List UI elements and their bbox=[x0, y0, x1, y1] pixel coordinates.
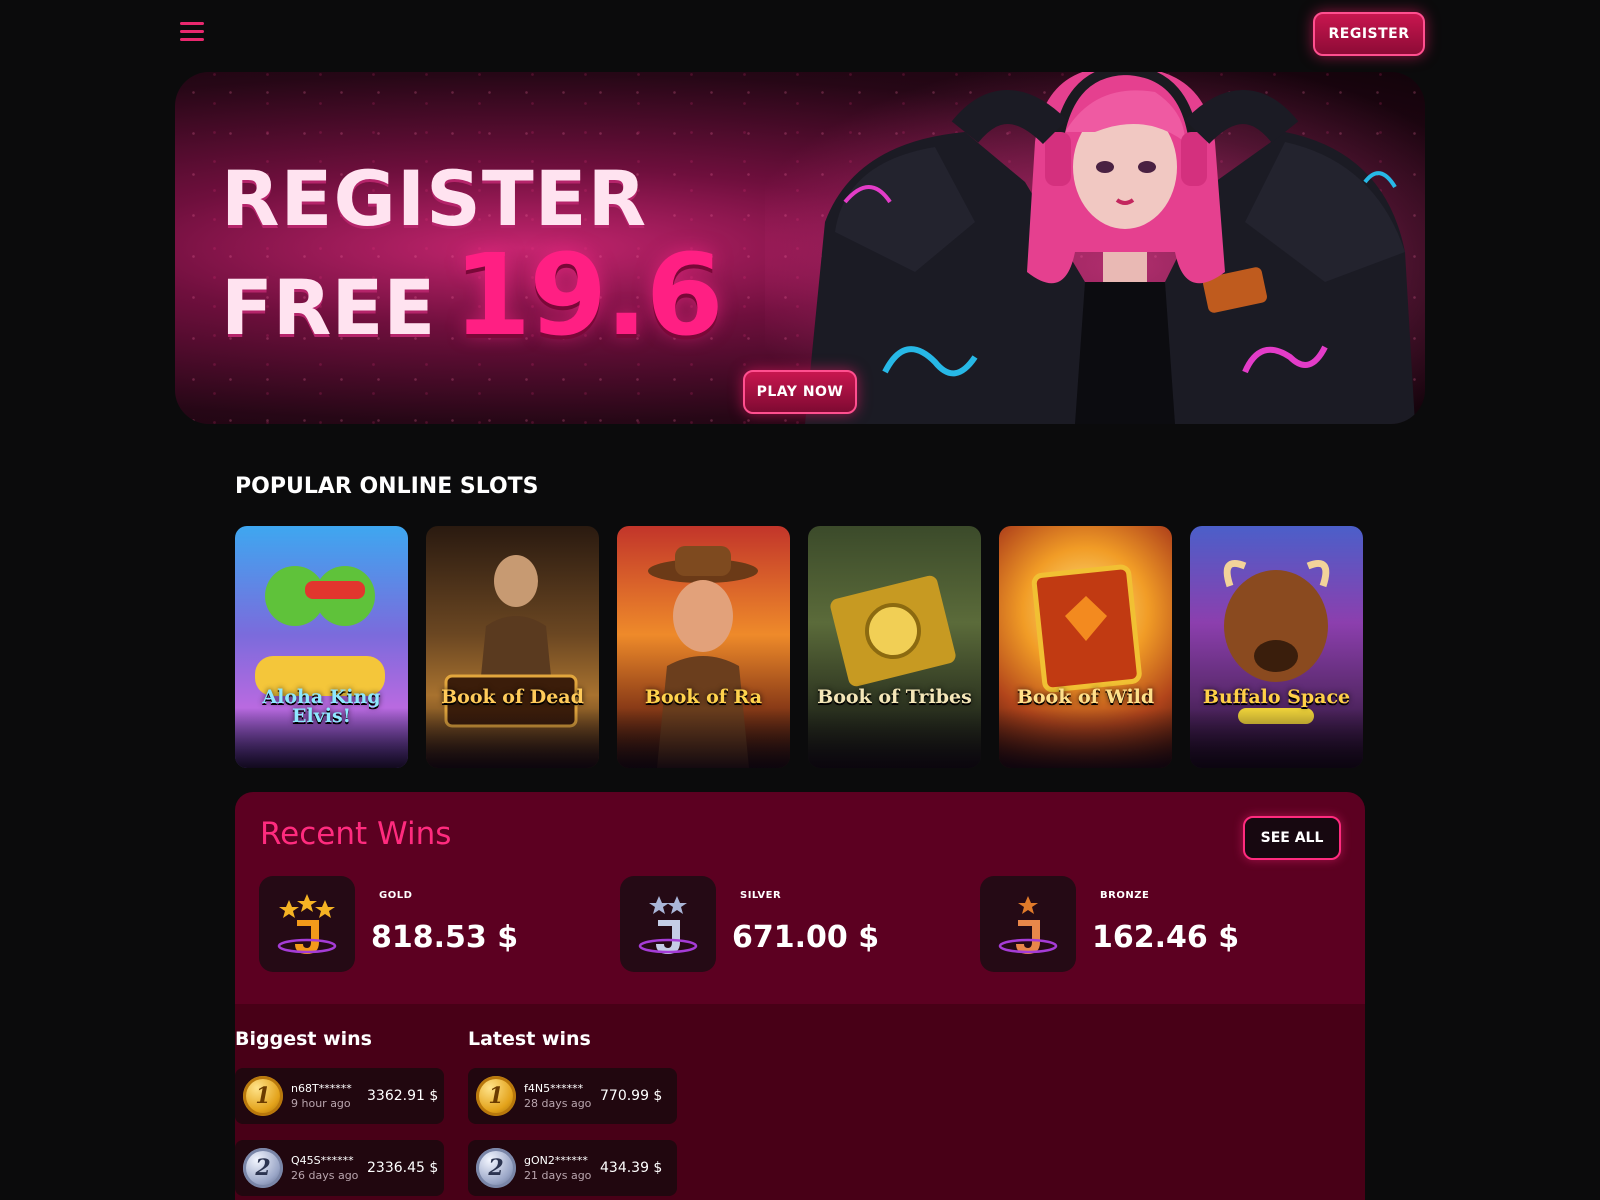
gold-medal-icon: 1 bbox=[476, 1076, 516, 1116]
win-time: 26 days ago bbox=[291, 1169, 359, 1182]
register-button[interactable]: REGISTER bbox=[1313, 12, 1425, 56]
hero-banner[interactable]: REGISTER FREE 19.6 PLAY NOW bbox=[175, 72, 1425, 424]
recent-wins-title: Recent Wins bbox=[260, 816, 452, 852]
slot-card-fade bbox=[1190, 708, 1363, 768]
slot-title: Book of Dead bbox=[441, 686, 584, 708]
silver-medal-icon: 2 bbox=[243, 1148, 283, 1188]
see-all-button[interactable]: SEE ALL bbox=[1243, 816, 1341, 860]
win-user: n68T****** 9 hour ago bbox=[291, 1082, 363, 1110]
bronze-jackpot-icon bbox=[980, 876, 1076, 972]
slot-title: Book of Wild bbox=[1016, 686, 1155, 708]
slot-card-book-of-wild[interactable]: Book of Wild bbox=[999, 526, 1172, 768]
play-now-button[interactable]: PLAY NOW bbox=[743, 370, 857, 414]
win-username: Q45S****** bbox=[291, 1154, 354, 1167]
hamburger-icon-bar bbox=[180, 30, 204, 33]
win-username: f4N5****** bbox=[524, 1082, 584, 1095]
win-amount: 2336.45 $ bbox=[367, 1160, 439, 1176]
section-title-popular-slots: POPULAR ONLINE SLOTS bbox=[235, 474, 539, 499]
silver-medal-icon: 2 bbox=[476, 1148, 516, 1188]
hero-free-label: FREE bbox=[221, 263, 436, 352]
win-username: gON2****** bbox=[524, 1154, 588, 1167]
slot-card-fade bbox=[999, 708, 1172, 768]
tier-value: 671.00 $ bbox=[732, 920, 880, 955]
tier-label: SILVER bbox=[740, 890, 782, 901]
hero-character-illustration bbox=[765, 72, 1425, 424]
slot-title: Aloha King Elvis! bbox=[262, 686, 381, 727]
win-username: n68T****** bbox=[291, 1082, 352, 1095]
win-user: gON2****** 21 days ago bbox=[524, 1154, 596, 1182]
hamburger-icon-bar bbox=[180, 38, 204, 41]
slot-card-fade bbox=[617, 708, 790, 768]
slot-card-book-of-tribes[interactable]: Book of Tribes bbox=[808, 526, 981, 768]
slot-card-buffalo-space[interactable]: Buffalo Space bbox=[1190, 526, 1363, 768]
win-amount: 3362.91 $ bbox=[367, 1088, 439, 1104]
tier-gold-info: GOLD 818.53 $ bbox=[371, 876, 591, 972]
win-user: Q45S****** 26 days ago bbox=[291, 1154, 363, 1182]
latest-wins-title: Latest wins bbox=[468, 1028, 591, 1050]
slot-card-fade bbox=[808, 708, 981, 768]
tier-value: 162.46 $ bbox=[1092, 920, 1240, 955]
hero-offer: FREE 19.6 bbox=[221, 231, 724, 361]
tier-label: GOLD bbox=[379, 890, 413, 901]
win-time: 28 days ago bbox=[524, 1097, 592, 1110]
win-user: f4N5****** 28 days ago bbox=[524, 1082, 596, 1110]
tier-bronze: BRONZE 162.46 $ bbox=[980, 876, 1312, 972]
latest-win-row: 2 gON2****** 21 days ago 434.39 $ bbox=[468, 1140, 677, 1196]
slot-card-book-of-dead[interactable]: Book of Dead bbox=[426, 526, 599, 768]
win-time: 9 hour ago bbox=[291, 1097, 351, 1110]
menu-button[interactable] bbox=[180, 22, 204, 46]
tier-silver: SILVER 671.00 $ bbox=[620, 876, 952, 972]
tier-silver-info: SILVER 671.00 $ bbox=[732, 876, 952, 972]
tier-label: BRONZE bbox=[1100, 890, 1150, 901]
latest-win-row: 1 f4N5****** 28 days ago 770.99 $ bbox=[468, 1068, 677, 1124]
hero-bonus-amount: 19.6 bbox=[453, 231, 723, 361]
slot-title: Book of Tribes bbox=[817, 686, 972, 708]
slots-carousel: Aloha King Elvis! Book of Dead Book of R… bbox=[235, 526, 1363, 768]
slot-title: Buffalo Space bbox=[1202, 686, 1351, 708]
gold-medal-icon: 1 bbox=[243, 1076, 283, 1116]
win-amount: 434.39 $ bbox=[600, 1160, 663, 1176]
silver-jackpot-icon bbox=[620, 876, 716, 972]
tier-gold: GOLD 818.53 $ bbox=[259, 876, 591, 972]
win-time: 21 days ago bbox=[524, 1169, 592, 1182]
biggest-win-row: 1 n68T****** 9 hour ago 3362.91 $ bbox=[235, 1068, 444, 1124]
biggest-win-row: 2 Q45S****** 26 days ago 2336.45 $ bbox=[235, 1140, 444, 1196]
win-amount: 770.99 $ bbox=[600, 1088, 663, 1104]
hamburger-icon-bar bbox=[180, 22, 204, 25]
slot-card-book-of-ra[interactable]: Book of Ra bbox=[617, 526, 790, 768]
hero-headline: REGISTER bbox=[221, 154, 648, 243]
gold-jackpot-icon bbox=[259, 876, 355, 972]
tier-value: 818.53 $ bbox=[371, 920, 519, 955]
slot-card-aloha-king-elvis[interactable]: Aloha King Elvis! bbox=[235, 526, 408, 768]
slot-card-fade bbox=[426, 708, 599, 768]
recent-wins-panel: Recent Wins SEE ALL GOLD 818.53 $ SILVER… bbox=[235, 792, 1365, 1200]
biggest-wins-title: Biggest wins bbox=[235, 1028, 372, 1050]
slot-title: Book of Ra bbox=[644, 686, 763, 708]
tier-bronze-info: BRONZE 162.46 $ bbox=[1092, 876, 1312, 972]
